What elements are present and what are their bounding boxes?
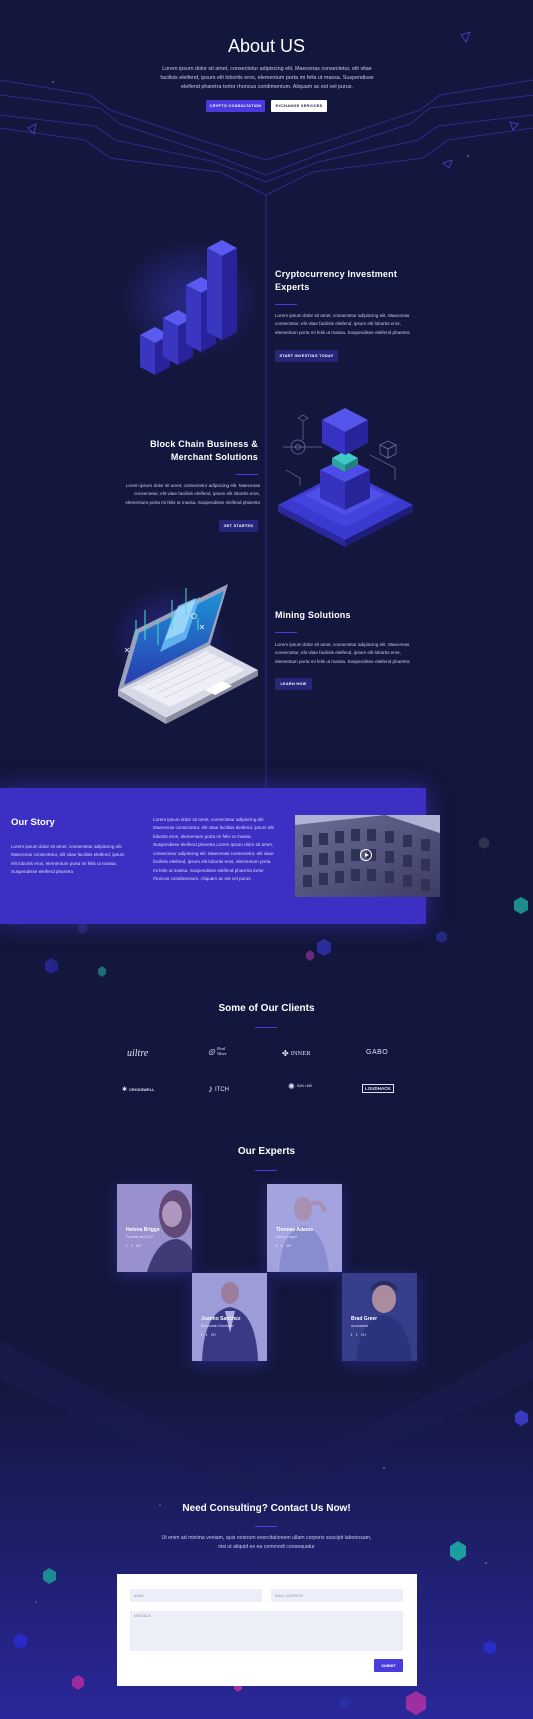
page-title: About US (227, 36, 306, 56)
facebook-icon[interactable]: f (126, 1243, 127, 1248)
expert-card-thomas[interactable]: Thomas Adams Mining Expert f t G+ (267, 1184, 342, 1272)
expert-name: Brad Greer (351, 1316, 378, 1322)
expert-role: Founder and CEO (126, 1235, 154, 1239)
expert-social-links: f t G+ (276, 1243, 292, 1248)
feature-title-mining: Mining Solutions (275, 610, 351, 620)
facebook-icon[interactable]: f (201, 1332, 202, 1337)
sun-icon: ✺ (288, 1082, 295, 1091)
contact-divider (255, 1526, 277, 1527)
twitter-icon[interactable]: t (356, 1332, 357, 1337)
name-input[interactable] (130, 1589, 262, 1602)
feature-text-mining: Lorem ipsum dolor sit amet, consectetur … (275, 642, 410, 664)
crypto-consultation-button[interactable]: CRYPTO CONSULTATION (206, 100, 265, 112)
feature-text-blockchain: Lorem ipsum dolor sit amet, consectetur … (125, 483, 260, 505)
feature-title-investment: Cryptocurrency Investment Experts (275, 269, 398, 292)
facebook-icon[interactable]: f (276, 1243, 277, 1248)
contact-title: Need Consulting? Contact Us Now! (182, 1503, 351, 1514)
client-logo-uiltre: uiltre (127, 1048, 149, 1059)
client-logo-crosswell: ✱ CROSSWELL (122, 1087, 155, 1093)
expert-role: Blockchain Developer (201, 1324, 234, 1328)
client-logo-loudhack: LOUDHACK (362, 1084, 394, 1093)
feature-divider (275, 632, 297, 633)
expert-social-links: f t G+ (201, 1332, 217, 1337)
exchange-services-button[interactable]: EXCHANGE SERVICES (271, 100, 327, 112)
story-title: Our Story (11, 817, 55, 828)
cross-icon: ✱ (122, 1087, 128, 1093)
feature-title-blockchain: Block Chain Business & Merchant Solution… (150, 439, 258, 462)
story-video-thumbnail[interactable] (295, 815, 440, 897)
feature-divider (236, 474, 258, 475)
feature-divider (275, 304, 297, 305)
learn-how-button[interactable]: LEARN HOW (275, 678, 312, 690)
expert-card-helena[interactable]: Helena Briggs Founder and CEO f t G+ (117, 1184, 192, 1272)
submit-button[interactable]: SUBMIT (374, 1659, 403, 1672)
google-plus-icon[interactable]: G+ (136, 1243, 141, 1248)
wave-icon: ◎ (208, 1046, 215, 1056)
client-logo-inner: ✤ INNER (282, 1049, 311, 1058)
message-textarea[interactable] (130, 1611, 403, 1651)
hero-description: Lorem ipsum dolor sit amet, consectetur … (160, 66, 374, 90)
expert-social-links: f t G+ (351, 1332, 367, 1337)
play-triangle (365, 852, 369, 857)
start-investing-button[interactable]: START INVESTING TODAY (275, 350, 338, 362)
expert-role: Mining Expert (276, 1235, 297, 1239)
expert-card-brad[interactable]: Brad Greer Accountant f t G+ (342, 1273, 417, 1361)
google-plus-icon[interactable]: G+ (286, 1243, 291, 1248)
client-logo-real-wave: ◎ Real Wave (208, 1046, 227, 1056)
facebook-icon[interactable]: f (351, 1332, 352, 1337)
clients-divider (255, 1027, 277, 1028)
client-logo-itch: ♪ ITCH (208, 1084, 229, 1095)
expert-role: Accountant (351, 1324, 368, 1328)
client-logo-sunlink: ✺ SUN LINK (288, 1082, 313, 1091)
expert-name: Juanho Sanchez (201, 1316, 241, 1322)
get-started-button[interactable]: GET STARTED (219, 520, 258, 532)
play-icon[interactable] (360, 849, 372, 861)
expert-card-juanho[interactable]: Juanho Sanchez Blockchain Developer f t … (192, 1273, 267, 1361)
clients-title: Some of Our Clients (218, 1003, 315, 1014)
flower-icon: ✤ (282, 1049, 289, 1058)
email-input[interactable] (271, 1589, 403, 1602)
google-plus-icon[interactable]: G+ (211, 1332, 216, 1337)
twitter-icon[interactable]: t (206, 1332, 207, 1337)
story-text-right: Lorem ipsum dolor sit amet, consectetur … (153, 817, 274, 882)
client-logo-gabo: GABO (366, 1049, 389, 1056)
google-plus-icon[interactable]: G+ (361, 1332, 366, 1337)
experts-divider (255, 1170, 277, 1171)
twitter-icon[interactable]: t (131, 1243, 132, 1248)
music-note-icon: ♪ (208, 1084, 213, 1095)
experts-title: Our Experts (237, 1146, 296, 1157)
expert-social-links: f t G+ (126, 1243, 142, 1248)
expert-name: Thomas Adams (276, 1227, 314, 1233)
story-text-left: Lorem ipsum dolor sit amet, consectetur … (11, 844, 125, 875)
twitter-icon[interactable]: t (281, 1243, 282, 1248)
expert-name: Helena Briggs (126, 1227, 160, 1233)
contact-description: Ut enim ad minima veniam, quis nostrum e… (161, 1535, 372, 1551)
feature-text-investment: Lorem ipsum dolor sit amet, consectetur … (275, 313, 410, 335)
